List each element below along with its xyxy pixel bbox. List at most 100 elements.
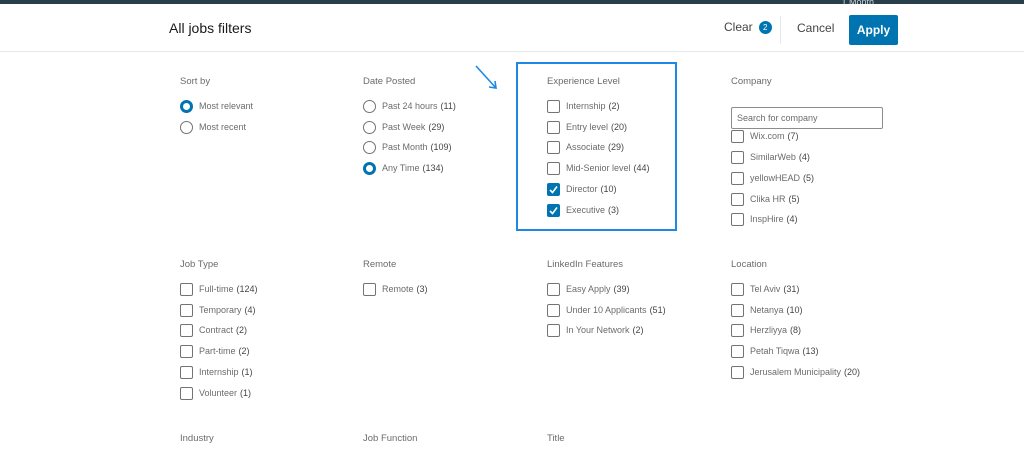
section-job-type: Job Type Full-time (124) Temporary (4) C… — [180, 259, 360, 400]
checkbox[interactable] — [731, 303, 744, 317]
option-count: (13) — [802, 346, 819, 356]
checkbox[interactable] — [180, 344, 193, 358]
checkbox-option[interactable]: InspHire (4) — [731, 211, 798, 227]
checkbox-option[interactable]: Mid-Senior level (44) — [547, 160, 650, 176]
checkbox[interactable] — [547, 282, 560, 296]
option-label: Internship — [199, 367, 239, 377]
checkbox-option[interactable]: Temporary (4) — [180, 302, 256, 318]
option-count: (5) — [803, 173, 815, 183]
checkbox[interactable] — [547, 323, 560, 337]
checkbox[interactable] — [547, 120, 560, 134]
option-count: (4) — [786, 214, 798, 224]
checkbox-option[interactable]: Tel Aviv (31) — [731, 281, 799, 297]
checkbox[interactable] — [180, 303, 193, 317]
checkbox-option[interactable]: Herzliyya (8) — [731, 322, 801, 338]
checkbox-option[interactable]: Associate (29) — [547, 139, 624, 155]
clear-count-badge: 2 — [758, 20, 772, 34]
checkbox[interactable] — [731, 323, 744, 337]
checkbox-option[interactable]: Entry level (20) — [547, 119, 627, 135]
option-count: (4) — [798, 152, 810, 162]
checkbox-option[interactable]: Director (10) — [547, 181, 617, 197]
checkbox[interactable] — [731, 192, 744, 206]
radio-button[interactable] — [363, 140, 376, 154]
option-label: Clika HR — [750, 194, 786, 204]
company-search-input[interactable] — [731, 107, 883, 129]
checkbox-option[interactable]: Under 10 Applicants (51) — [547, 302, 666, 318]
radio-button[interactable] — [363, 161, 376, 175]
option-label: Most recent — [199, 122, 247, 132]
checkbox[interactable] — [731, 171, 744, 185]
checkbox[interactable] — [180, 282, 193, 296]
option-count: (124) — [236, 284, 258, 294]
checkbox[interactable] — [180, 323, 193, 337]
option-count: (2) — [238, 346, 250, 356]
radio-button[interactable] — [363, 120, 376, 134]
section-title: Remote — [363, 259, 397, 270]
checkbox-option[interactable]: In Your Network (2) — [547, 322, 644, 338]
checkbox-option[interactable]: Easy Apply (39) — [547, 281, 630, 297]
option-label: Mid-Senior level — [566, 163, 631, 173]
section-title: Industry — [180, 433, 214, 444]
checkbox-option[interactable]: Remote (3) — [363, 281, 428, 297]
checkbox[interactable] — [547, 182, 560, 196]
radio-option[interactable]: Most recent — [180, 119, 246, 135]
radio-option[interactable]: Past Month (109) — [363, 139, 452, 155]
option-count: (51) — [649, 305, 666, 315]
checkbox-option[interactable]: SimilarWeb (4) — [731, 149, 810, 165]
checkbox-option[interactable]: Full-time (124) — [180, 281, 258, 297]
checkbox-option[interactable]: Wix.com (7) — [731, 128, 799, 144]
option-count: (29) — [428, 122, 445, 132]
option-label: SimilarWeb — [750, 152, 796, 162]
checkbox[interactable] — [363, 282, 376, 296]
checkbox-option[interactable]: Executive (3) — [547, 202, 619, 218]
cancel-button[interactable]: Cancel — [797, 21, 834, 35]
checkbox-option[interactable]: Internship (2) — [547, 98, 620, 114]
checkbox[interactable] — [547, 203, 560, 217]
checkbox-option[interactable]: Part-time (2) — [180, 343, 250, 359]
checkbox[interactable] — [547, 161, 560, 175]
checkbox[interactable] — [547, 99, 560, 113]
option-label: InspHire — [750, 214, 784, 224]
annotation-arrow-icon — [475, 65, 497, 89]
checkbox-option[interactable]: Netanya (10) — [731, 302, 803, 318]
checkbox-option[interactable]: Volunteer (1) — [180, 385, 251, 401]
option-count: (29) — [608, 142, 625, 152]
checkbox[interactable] — [547, 140, 560, 154]
checkbox-option[interactable]: yellowHEAD (5) — [731, 170, 814, 186]
clear-button[interactable]: Clear 2 — [724, 20, 772, 34]
option-count: (20) — [844, 367, 861, 377]
checkbox-option[interactable]: Jerusalem Municipality (20) — [731, 364, 860, 380]
option-label: Most relevant — [199, 101, 254, 111]
header-divider — [780, 16, 781, 44]
checkbox[interactable] — [180, 386, 193, 400]
checkbox-option[interactable]: Contract (2) — [180, 322, 247, 338]
radio-option[interactable]: Most relevant — [180, 98, 253, 114]
checkbox-option[interactable]: Internship (1) — [180, 364, 253, 380]
checkbox[interactable] — [731, 212, 744, 226]
checkbox-option[interactable]: Clika HR (5) — [731, 191, 800, 207]
option-label: Temporary — [199, 305, 242, 315]
option-label: Executive — [566, 205, 606, 215]
checkbox-option[interactable]: Petah Tiqwa (13) — [731, 343, 819, 359]
radio-button[interactable] — [363, 99, 376, 113]
radio-option[interactable]: Past Week (29) — [363, 119, 444, 135]
checkbox[interactable] — [180, 365, 193, 379]
checkbox[interactable] — [731, 344, 744, 358]
section-title-filter: Title — [547, 433, 727, 445]
radio-option[interactable]: Past 24 hours (11) — [363, 98, 456, 114]
section-sort-by: Sort by Most relevant Most recent — [180, 76, 360, 134]
checkbox[interactable] — [731, 282, 744, 296]
checkbox[interactable] — [547, 303, 560, 317]
checkbox[interactable] — [731, 365, 744, 379]
radio-button[interactable] — [180, 120, 193, 134]
checkbox[interactable] — [731, 150, 744, 164]
option-count: (11) — [440, 101, 456, 111]
checkbox[interactable] — [731, 129, 744, 143]
apply-button[interactable]: Apply — [849, 15, 898, 45]
option-label: Entry level — [566, 122, 609, 132]
radio-button[interactable] — [180, 99, 193, 113]
option-label: Director — [566, 184, 598, 194]
option-count: (1) — [240, 388, 252, 398]
radio-option[interactable]: Any Time (134) — [363, 160, 444, 176]
option-label: In Your Network — [566, 325, 630, 335]
